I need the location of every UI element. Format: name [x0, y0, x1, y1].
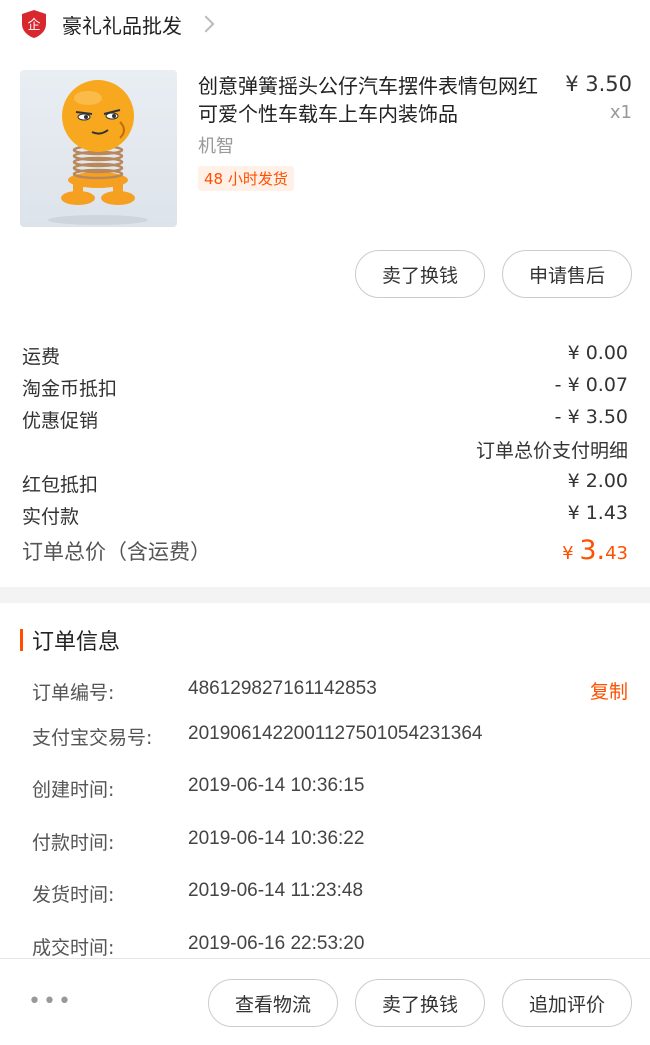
fee-label: 淘金币抵扣	[22, 378, 118, 400]
fee-row-promo: 优惠促销 - ¥ 3.50	[22, 406, 628, 433]
view-logistics-button[interactable]: 查看物流	[208, 979, 338, 1027]
fee-row-coins: 淘金币抵扣 - ¥ 0.07	[22, 374, 628, 401]
copy-button[interactable]: 复制	[590, 677, 628, 704]
currency-symbol: ¥	[562, 543, 580, 564]
more-icon[interactable]: •••	[28, 989, 73, 1014]
info-label: 支付宝交易号:	[32, 727, 153, 749]
product-title[interactable]: 创意弹簧摇头公仔汽车摆件表情包网红可爱个性车载车上车内装饰品	[198, 72, 553, 128]
enterprise-badge-icon: 企	[20, 9, 48, 39]
fee-value: - ¥ 0.07	[554, 374, 628, 396]
order-info-title: 订单信息	[32, 630, 121, 655]
fee-value: - ¥ 3.50	[554, 406, 628, 428]
order-total-value: ¥ 3.43	[562, 535, 628, 566]
info-label: 创建时间:	[32, 779, 115, 801]
product-thumbnail[interactable]	[20, 70, 177, 227]
fee-row-shipping: 运费 ¥ 0.00	[22, 342, 628, 369]
payment-row-paid: 实付款 ¥ 1.43	[22, 502, 628, 529]
info-row-shipped: 发货时间: 2019-06-14 11:23:48	[32, 880, 628, 907]
sell-button-bottom[interactable]: 卖了换钱	[355, 979, 485, 1027]
info-label: 订单编号:	[32, 682, 115, 704]
shipping-tag: 48 小时发货	[198, 166, 294, 191]
product-price: ¥ 3.50	[565, 72, 632, 96]
chevron-right-icon	[197, 15, 215, 33]
info-label: 发货时间:	[32, 884, 115, 906]
payment-value: ¥ 2.00	[567, 470, 628, 492]
order-info-heading: 订单信息	[20, 624, 120, 656]
section-divider	[0, 587, 650, 603]
info-row-paid: 付款时间: 2019-06-14 10:36:22	[32, 828, 628, 855]
info-row-created: 创建时间: 2019-06-14 10:36:15	[32, 775, 628, 802]
info-value: 2019061422001127501054231364	[188, 723, 483, 744]
shop-name[interactable]: 豪礼礼品批发	[62, 10, 182, 39]
order-item[interactable]: 创意弹簧摇头公仔汽车摆件表情包网红可爱个性车载车上车内装饰品 ¥ 3.50 x1…	[20, 70, 632, 230]
payment-detail-heading: 订单总价支付明细	[475, 440, 628, 462]
order-total-row: 订单总价（含运费） ¥ 3.43	[22, 535, 628, 566]
info-value: 2019-06-14 10:36:15	[188, 775, 365, 796]
product-spec: 机智	[198, 136, 234, 157]
accent-bar	[20, 629, 23, 651]
payment-label: 红包抵扣	[22, 474, 99, 496]
fee-label: 运费	[22, 346, 61, 368]
payment-label: 实付款	[22, 506, 80, 528]
sell-button[interactable]: 卖了换钱	[355, 250, 485, 298]
info-value: 486129827161142853	[188, 678, 377, 699]
shop-header[interactable]: 企 豪礼礼品批发	[0, 0, 650, 48]
total-decimal: 43	[605, 543, 628, 564]
add-review-button[interactable]: 追加评价	[502, 979, 632, 1027]
payment-value: ¥ 1.43	[567, 502, 628, 524]
order-total-label: 订单总价（含运费）	[22, 540, 211, 564]
product-quantity: x1	[609, 102, 632, 123]
bottom-action-bar: ••• 查看物流 卖了换钱 追加评价	[0, 958, 650, 1045]
info-value: 2019-06-14 10:36:22	[188, 828, 365, 849]
info-value: 2019-06-16 22:53:20	[188, 933, 365, 954]
info-value: 2019-06-14 11:23:48	[188, 880, 364, 901]
info-row-alipay-number: 支付宝交易号: 2019061422001127501054231364	[32, 723, 628, 750]
info-row-order-number: 订单编号: 486129827161142853	[32, 678, 628, 705]
total-integer: 3.	[579, 535, 606, 566]
payment-row-redpacket: 红包抵扣 ¥ 2.00	[22, 470, 628, 497]
after-sale-button[interactable]: 申请售后	[502, 250, 632, 298]
svg-text:企: 企	[27, 17, 40, 33]
info-label: 成交时间:	[32, 937, 115, 959]
fee-label: 优惠促销	[22, 410, 99, 432]
fee-value: ¥ 0.00	[567, 342, 628, 364]
info-row-completed: 成交时间: 2019-06-16 22:53:20	[32, 933, 628, 960]
info-label: 付款时间:	[32, 832, 115, 854]
